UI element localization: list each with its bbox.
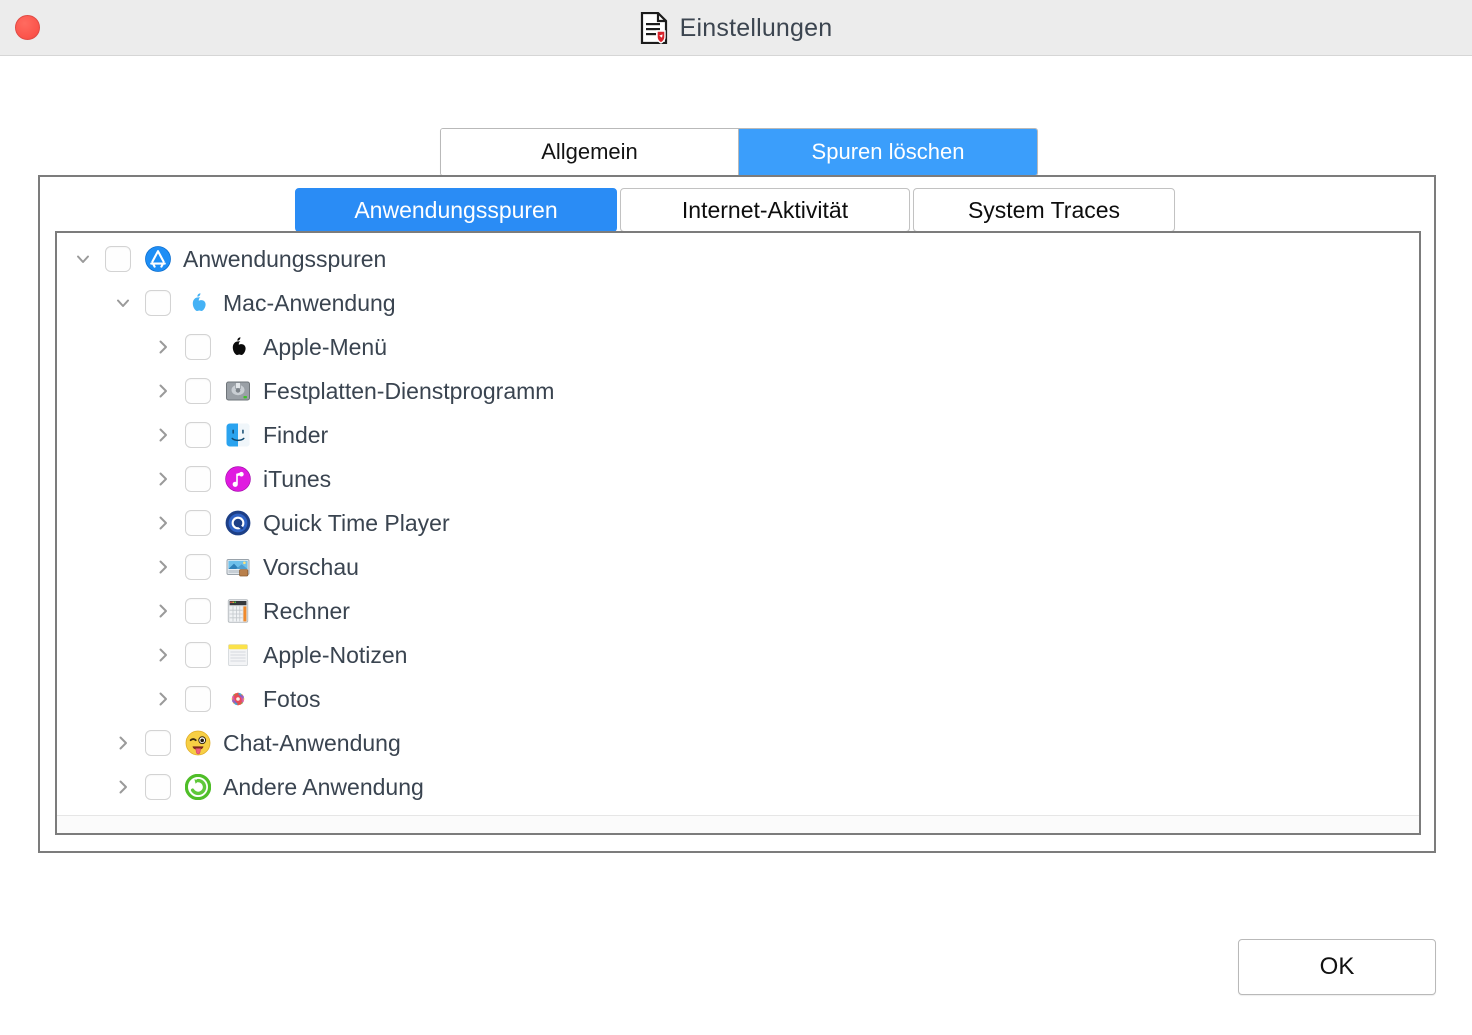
tree-row[interactable]: Mac-Anwendung <box>57 281 1419 325</box>
tree-row-label: iTunes <box>263 465 332 492</box>
tab-internet-aktivitaet[interactable]: Internet-Aktivität <box>620 188 910 232</box>
row-checkbox[interactable] <box>145 774 171 800</box>
chevron-right-icon[interactable] <box>149 509 177 537</box>
chevron-right-icon[interactable] <box>149 421 177 449</box>
tree-row-label: Mac-Anwendung <box>223 289 396 316</box>
tree-row-label: Finder <box>263 421 329 448</box>
tree-row-label: Apple-Notizen <box>263 641 408 668</box>
row-checkbox[interactable] <box>185 378 211 404</box>
tree-row-label: Fotos <box>263 685 321 712</box>
chevron-right-icon[interactable] <box>149 641 177 669</box>
notes-icon <box>225 642 251 668</box>
chevron-right-icon[interactable] <box>149 377 177 405</box>
tab-system-traces[interactable]: System Traces <box>913 188 1175 232</box>
row-checkbox[interactable] <box>185 598 211 624</box>
tree-row[interactable]: Fotos <box>57 677 1419 721</box>
window-title: Einstellungen <box>679 13 833 42</box>
chevron-right-icon[interactable] <box>149 333 177 361</box>
ok-button[interactable]: OK <box>1238 939 1436 995</box>
chevron-right-icon[interactable] <box>149 553 177 581</box>
apple-blue-icon <box>185 290 211 316</box>
tree-row[interactable]: Apple-Notizen <box>57 633 1419 677</box>
chevron-right-icon[interactable] <box>109 729 137 757</box>
tree-row[interactable]: Andere Anwendung <box>57 765 1419 809</box>
row-checkbox[interactable] <box>185 686 211 712</box>
tree-row[interactable]: Finder <box>57 413 1419 457</box>
traces-tree: Anwendungsspuren Mac-Anwendung Apple-Menü F… <box>57 233 1419 809</box>
tree-row-label: Anwendungsspuren <box>183 245 387 272</box>
chevron-down-icon[interactable] <box>109 289 137 317</box>
tree-row[interactable]: Apple-Menü <box>57 325 1419 369</box>
emoji-tongue-icon <box>185 730 211 756</box>
tree-row-label: Quick Time Player <box>263 509 450 536</box>
tab-allgemein[interactable]: Allgemein <box>441 129 739 175</box>
horizontal-scrollbar[interactable] <box>57 815 1419 833</box>
preview-icon <box>225 554 251 580</box>
tree-row[interactable]: Chat-Anwendung <box>57 721 1419 765</box>
row-checkbox[interactable] <box>185 334 211 360</box>
finder-icon <box>225 422 251 448</box>
tree-row[interactable]: Festplatten-Dienstprogramm <box>57 369 1419 413</box>
row-checkbox[interactable] <box>185 554 211 580</box>
disk-utility-icon <box>225 378 251 404</box>
tree-row-label: Festplatten-Dienstprogramm <box>263 377 555 404</box>
row-checkbox[interactable] <box>145 290 171 316</box>
chevron-right-icon[interactable] <box>149 597 177 625</box>
row-checkbox[interactable] <box>185 466 211 492</box>
tree-row-label: Rechner <box>263 597 350 624</box>
tab-spuren-loeschen[interactable]: Spuren löschen <box>739 129 1037 175</box>
document-shield-icon <box>640 11 668 45</box>
other-app-green-icon <box>185 774 211 800</box>
calculator-icon <box>225 598 251 624</box>
row-checkbox[interactable] <box>185 422 211 448</box>
window-titlebar: Einstellungen <box>0 0 1472 56</box>
tree-row[interactable]: Rechner <box>57 589 1419 633</box>
traces-listbox[interactable]: Anwendungsspuren Mac-Anwendung Apple-Menü F… <box>55 231 1421 835</box>
tree-row[interactable]: iTunes <box>57 457 1419 501</box>
photos-icon <box>225 686 251 712</box>
app-store-icon <box>145 246 171 272</box>
row-checkbox[interactable] <box>105 246 131 272</box>
tree-row-label: Apple-Menü <box>263 333 388 360</box>
window-title-group: Einstellungen <box>0 0 1472 56</box>
chevron-down-icon[interactable] <box>69 245 97 273</box>
inner-tabbar: Anwendungsspuren Internet-Aktivität Syst… <box>295 188 1178 232</box>
outer-tabbar: Allgemein Spuren löschen <box>440 128 1038 176</box>
quicktime-icon <box>225 510 251 536</box>
tab-anwendungsspuren[interactable]: Anwendungsspuren <box>295 188 617 232</box>
chevron-right-icon[interactable] <box>149 465 177 493</box>
tree-row-label: Vorschau <box>263 553 359 580</box>
tree-row[interactable]: Vorschau <box>57 545 1419 589</box>
chevron-right-icon[interactable] <box>149 685 177 713</box>
itunes-icon <box>225 466 251 492</box>
tree-row[interactable]: Quick Time Player <box>57 501 1419 545</box>
chevron-right-icon[interactable] <box>109 773 137 801</box>
tree-row[interactable]: Anwendungsspuren <box>57 237 1419 281</box>
tree-row-label: Chat-Anwendung <box>223 729 401 756</box>
row-checkbox[interactable] <box>185 510 211 536</box>
row-checkbox[interactable] <box>185 642 211 668</box>
row-checkbox[interactable] <box>145 730 171 756</box>
tree-row-label: Andere Anwendung <box>223 773 424 800</box>
apple-black-icon <box>225 334 251 360</box>
